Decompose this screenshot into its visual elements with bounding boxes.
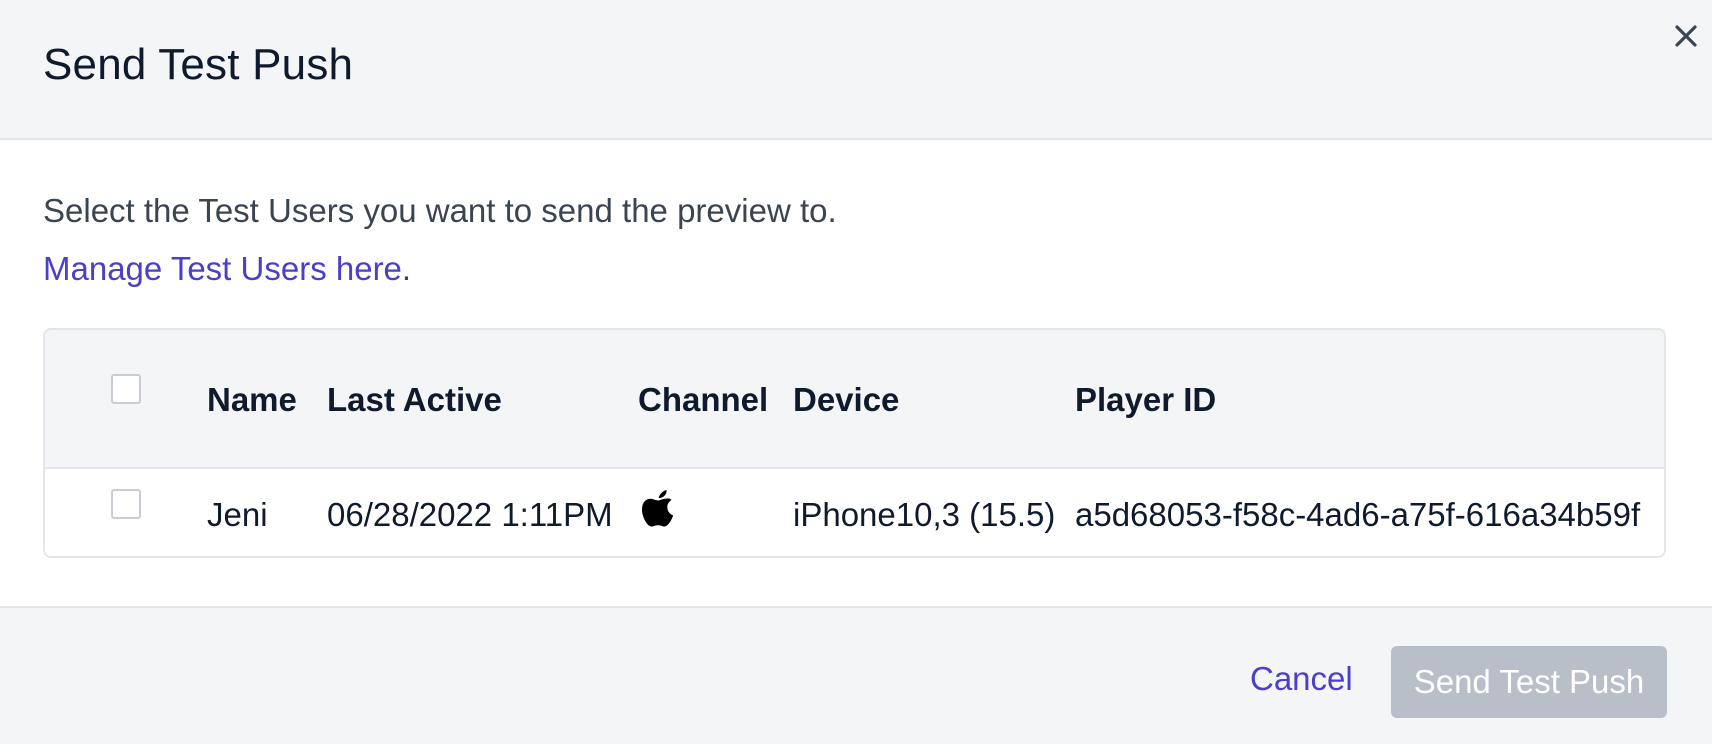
send-test-push-button[interactable]: Send Test Push [1391, 646, 1667, 718]
select-all-checkbox[interactable] [111, 374, 141, 404]
header-channel[interactable]: Channel [638, 381, 768, 419]
manage-suffix: . [401, 250, 412, 287]
modal-body: Select the Test Users you want to send t… [0, 140, 1712, 606]
manage-line: Manage Test Users here. [43, 250, 411, 288]
manage-test-users-link[interactable]: Manage Test Users here [43, 250, 402, 287]
intro-text: Select the Test Users you want to send t… [43, 192, 837, 229]
table-row[interactable]: Jeni 06/28/2022 1:11PM iPhone10,3 (15.5)… [45, 469, 1664, 556]
row-checkbox[interactable] [111, 489, 141, 519]
header-name[interactable]: Name [207, 381, 297, 419]
row-player-id: a5d68053-f58c-4ad6-a75f-616a34b59f [1075, 496, 1641, 533]
header-device[interactable]: Device [793, 381, 899, 419]
table-header: Name Last Active Channel Device Player I… [45, 330, 1664, 469]
cancel-button[interactable]: Cancel [1250, 660, 1353, 698]
header-player-id[interactable]: Player ID [1075, 381, 1216, 419]
modal-header: Send Test Push [0, 0, 1712, 140]
close-button[interactable] [1664, 14, 1708, 58]
row-last-active: 06/28/2022 1:11PM [327, 496, 613, 533]
header-last-active[interactable]: Last Active [327, 381, 502, 419]
row-name: Jeni [207, 496, 268, 533]
modal-title: Send Test Push [43, 40, 354, 89]
apple-icon [642, 490, 674, 527]
close-icon [1675, 25, 1697, 47]
test-users-table: Name Last Active Channel Device Player I… [43, 328, 1666, 558]
modal-footer: Cancel Send Test Push [0, 606, 1712, 744]
row-device: iPhone10,3 (15.5) [793, 496, 1056, 533]
